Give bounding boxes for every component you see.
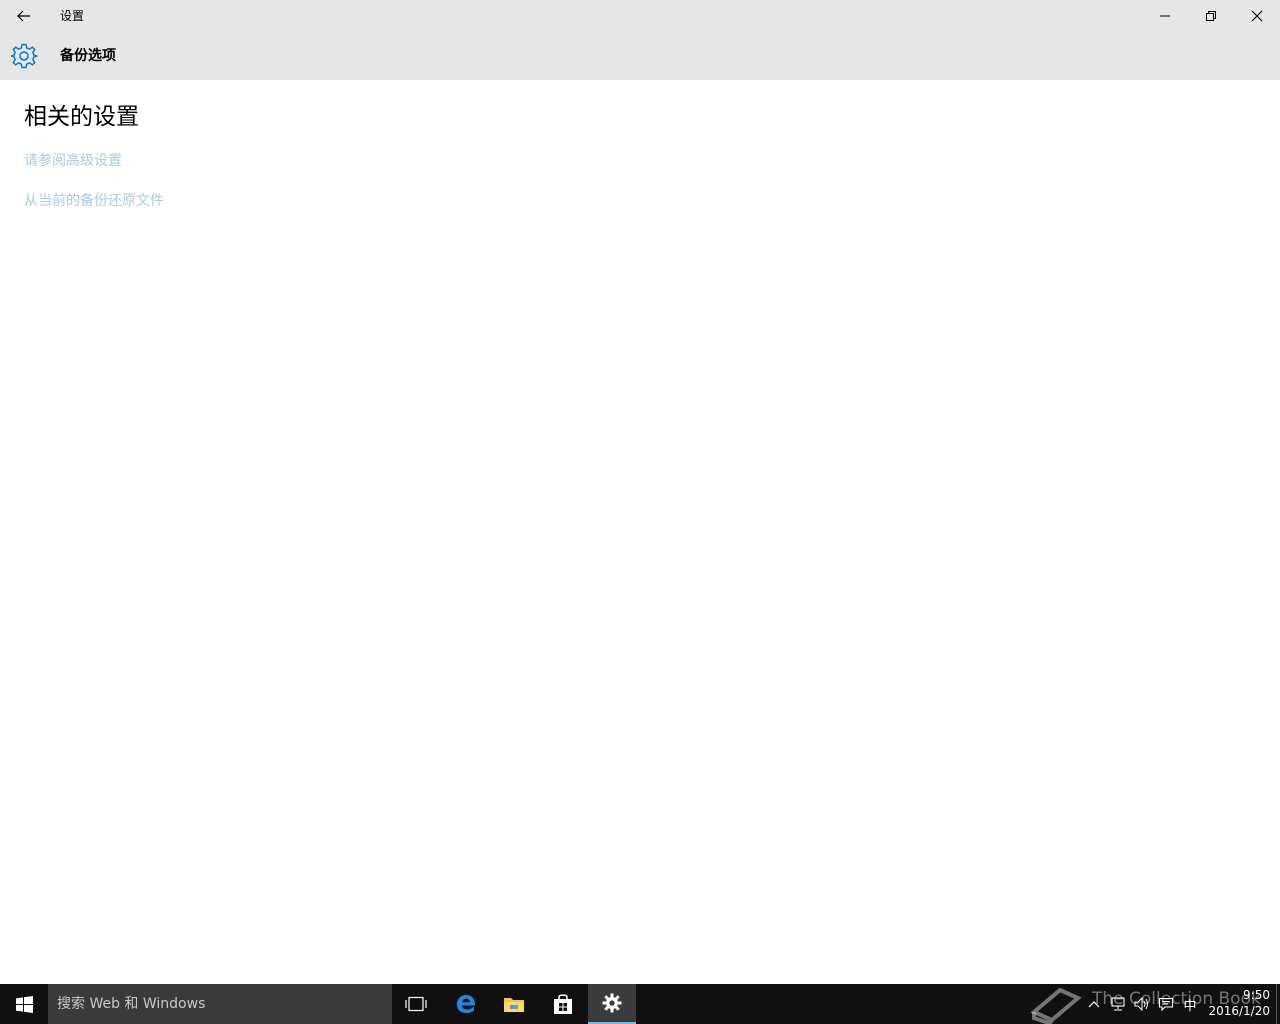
- start-button[interactable]: [0, 984, 48, 1024]
- settings-taskbar-button[interactable]: [588, 984, 636, 1024]
- network-icon: [1111, 997, 1125, 1011]
- advanced-settings-link[interactable]: 请参阅高级设置: [24, 152, 122, 170]
- close-button[interactable]: [1234, 0, 1280, 32]
- close-icon: [1251, 10, 1263, 22]
- gear-icon: [10, 43, 38, 69]
- minimize-icon: [1160, 15, 1170, 17]
- settings-header: 备份选项: [0, 32, 1280, 80]
- show-desktop-button[interactable]: [1276, 984, 1280, 1024]
- clock-time: 9:50: [1243, 988, 1270, 1002]
- show-hidden-icons-button[interactable]: [1084, 994, 1104, 1014]
- book-watermark-icon: [1030, 987, 1082, 1024]
- action-center-button[interactable]: [1156, 994, 1176, 1014]
- volume-icon: [1134, 996, 1148, 1012]
- file-explorer-button[interactable]: [490, 984, 538, 1024]
- message-icon: [1158, 997, 1174, 1012]
- minimize-button[interactable]: [1142, 0, 1188, 32]
- task-view-icon: [405, 996, 427, 1012]
- clock[interactable]: 9:50 2016/1/20: [1200, 987, 1270, 1019]
- edge-button[interactable]: [442, 984, 490, 1024]
- network-button[interactable]: [1108, 994, 1128, 1014]
- clock-date: 2016/1/20: [1208, 1004, 1270, 1018]
- windows-logo-icon: [15, 995, 33, 1013]
- edge-icon: [457, 995, 476, 1013]
- section-title: 相关的设置: [24, 104, 139, 130]
- settings-icon: [602, 993, 622, 1013]
- task-view-button[interactable]: [392, 984, 440, 1024]
- input-method-indicator[interactable]: 中: [1180, 994, 1200, 1014]
- restore-icon: [1206, 11, 1216, 21]
- title-bar: 设置: [0, 0, 1280, 32]
- window-title: 设置: [60, 9, 85, 23]
- restore-button[interactable]: [1188, 0, 1234, 32]
- page-title: 备份选项: [60, 48, 116, 64]
- back-arrow-icon: [17, 10, 30, 22]
- search-placeholder: 搜索 Web 和 Windows: [57, 996, 206, 1012]
- store-icon: [554, 994, 572, 1014]
- taskbar: 搜索 Web 和 Windows The Collection Book 中 9…: [0, 984, 1280, 1024]
- file-explorer-icon: [504, 998, 524, 1012]
- volume-button[interactable]: [1132, 994, 1152, 1014]
- store-button[interactable]: [539, 984, 587, 1024]
- back-button[interactable]: [0, 0, 48, 32]
- chevron-up-icon: [1088, 1001, 1100, 1008]
- search-box[interactable]: 搜索 Web 和 Windows: [48, 984, 392, 1024]
- restore-files-link[interactable]: 从当前的备份还原文件: [24, 192, 164, 210]
